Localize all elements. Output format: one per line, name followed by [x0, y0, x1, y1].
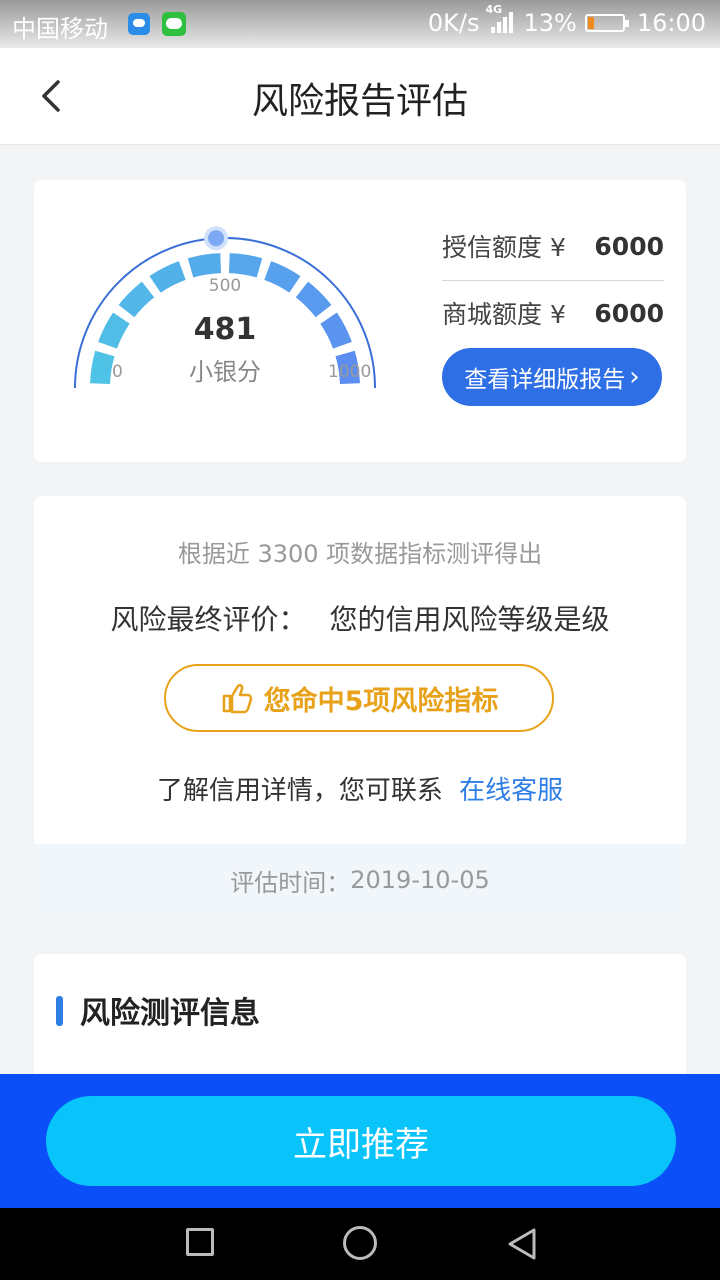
wechat-icon [162, 12, 186, 36]
battery-icon [584, 14, 629, 32]
evaluation-time-label: 评估时间： [230, 868, 351, 897]
clock: 16:00 [636, 9, 706, 37]
recommend-now-button[interactable]: 立即推荐 [46, 1096, 676, 1186]
network-speed: 0K/s [427, 9, 480, 37]
report-button-label: 查看详细版报告 [464, 367, 626, 393]
credit-limit-value: 6000 [594, 231, 664, 261]
gauge-segment [187, 253, 222, 278]
mall-limit-row: 商城额度 ¥ 6000 [442, 291, 664, 335]
evaluation-time-bar: 评估时间： 2019-10-05 [34, 844, 686, 916]
carrier-name: 中国移动 [12, 15, 108, 43]
bottom-action-bar: 立即推荐 [0, 1074, 720, 1208]
score-value: 481 [193, 312, 257, 347]
signal-icon: 4G [485, 3, 515, 35]
top-nav-bar: 风险报告评估 [0, 48, 720, 145]
network-type: 4G [485, 3, 503, 16]
section-accent-bar [56, 996, 63, 1026]
risk-hit-badge[interactable]: 您命中5项风险指标 [164, 664, 554, 732]
home-icon[interactable] [343, 1226, 377, 1260]
credit-limit-row: 授信额度 ¥ 6000 [442, 224, 664, 268]
gauge-max-label: 1000 [328, 362, 372, 382]
mall-limit-value: 6000 [594, 298, 664, 328]
evaluation-basis: 根据近 3300 项数据指标测评得出 [177, 540, 543, 568]
gauge-segment [228, 253, 263, 278]
risk-hit-text: 您命中5项风险指标 [263, 685, 499, 717]
battery-percent: 13% [523, 9, 577, 37]
final-text: 您的信用风险等级是级 [329, 603, 610, 636]
gauge-mid-label: 500 [208, 276, 242, 296]
mall-limit-label: 商城额度 ¥ [442, 300, 566, 329]
risk-info-title: 风险测评信息 [80, 996, 260, 1031]
gauge-min-label: 0 [112, 362, 123, 382]
chevron-right-icon: › [629, 362, 640, 392]
view-detailed-report-button[interactable]: 查看详细版报告 › [442, 348, 662, 406]
final-evaluation: 风险最终评价： 您的信用风险等级是级 [34, 598, 686, 638]
online-service-link[interactable]: 在线客服 [459, 776, 563, 806]
final-label: 风险最终评价： [110, 603, 307, 636]
page-title: 风险报告评估 [251, 81, 468, 122]
contact-line: 了解信用详情，您可联系 在线客服 [34, 770, 686, 807]
back-triangle-icon[interactable] [504, 1226, 540, 1262]
evaluation-card: 根据近 3300 项数据指标测评得出 风险最终评价： 您的信用风险等级是级 您命… [34, 496, 686, 916]
status-right: 0K/s 4G 13% 16:00 [427, 3, 706, 37]
message-icon [128, 13, 150, 35]
evaluation-time-value: 2019-10-05 [350, 866, 490, 894]
status-bar: 中国移动 0K/s 4G 13% 16:00 [0, 0, 720, 48]
recent-apps-icon[interactable] [186, 1228, 214, 1256]
thumbs-up-icon [222, 683, 252, 714]
system-nav-bar [0, 1208, 720, 1280]
gauge-indicator-dot [208, 230, 225, 247]
credit-limit-label: 授信额度 ¥ [442, 233, 566, 262]
score-card: 500 481 小银分 0 1000 授信额度 ¥ 6000 商城额度 ¥ 60… [34, 180, 686, 462]
contact-text: 了解信用详情，您可联系 [156, 776, 443, 806]
limits-panel: 授信额度 ¥ 6000 商城额度 ¥ 6000 [442, 224, 664, 335]
limits-divider [442, 280, 664, 281]
score-gauge: 500 481 小银分 0 1000 [70, 224, 380, 404]
